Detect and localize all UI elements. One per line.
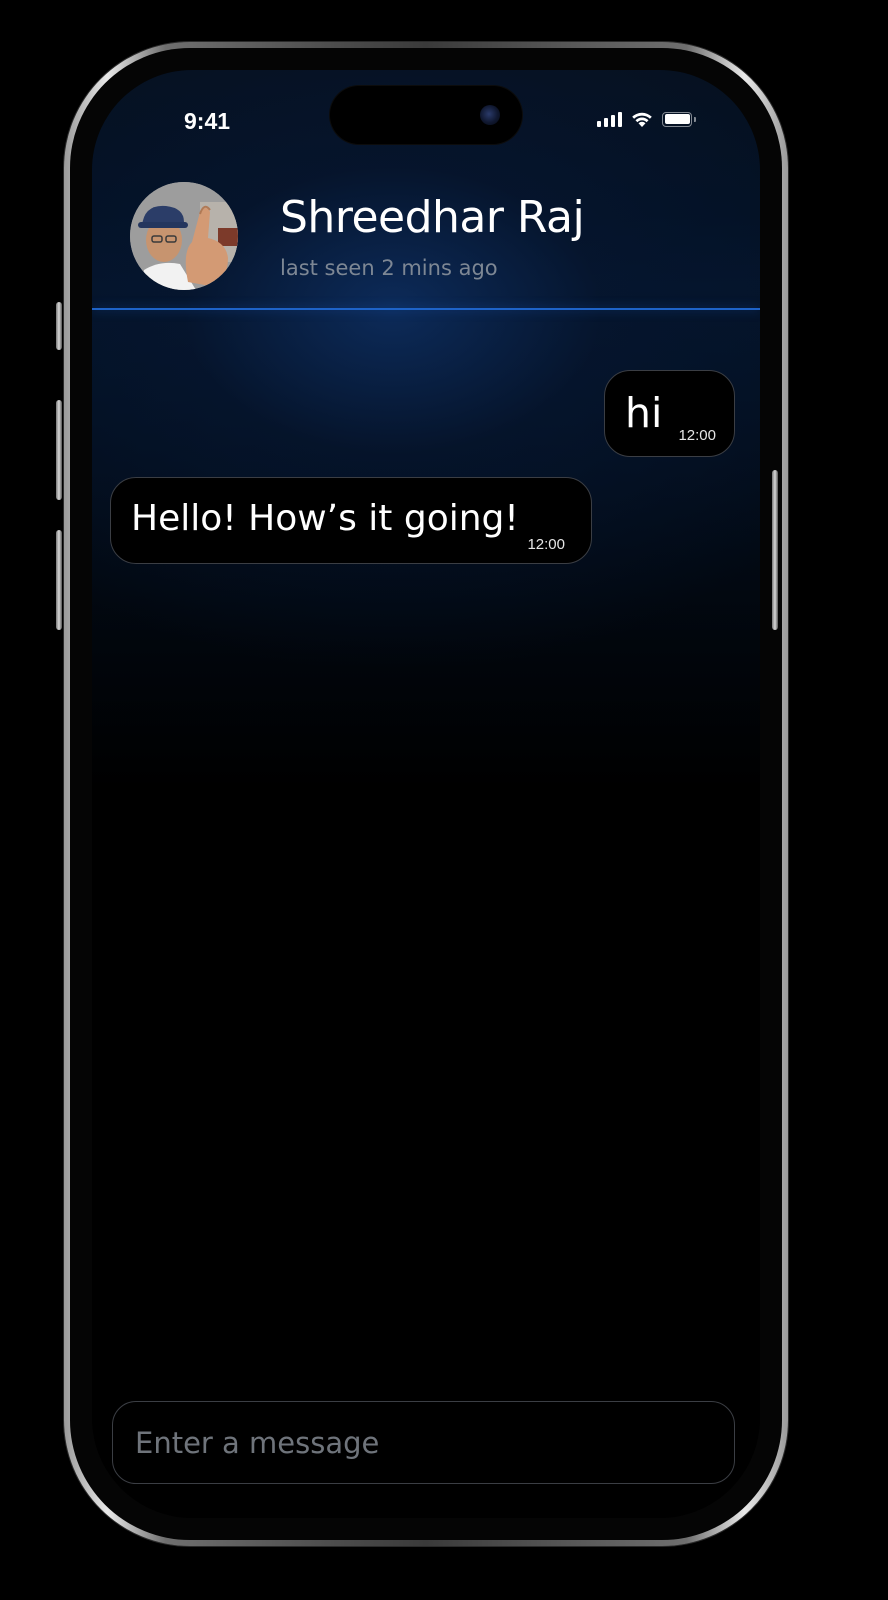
message-text: Hello! How’s it going!	[131, 498, 519, 539]
contact-name[interactable]: Shreedhar Raj	[280, 192, 585, 243]
silent-switch	[56, 302, 62, 350]
contact-avatar[interactable]	[130, 182, 238, 290]
message-composer[interactable]	[112, 1401, 735, 1484]
cellular-signal-icon	[597, 111, 622, 127]
last-seen-status: last seen 2 mins ago	[280, 256, 498, 280]
dynamic-island	[330, 86, 522, 144]
incoming-message-bubble[interactable]: Hello! How’s it going! 12:00	[110, 477, 592, 564]
volume-up-button	[56, 400, 62, 500]
wifi-icon	[632, 112, 652, 127]
status-time: 9:41	[184, 108, 231, 134]
message-text: hi	[625, 389, 663, 437]
avatar-photo-icon	[130, 182, 238, 290]
phone-screen: 9:41 Shreedhar Raj last seen 2 mins ago …	[92, 70, 760, 1518]
volume-down-button	[56, 530, 62, 630]
header-divider	[92, 308, 760, 310]
status-icons	[597, 110, 696, 128]
front-camera-icon	[480, 105, 500, 125]
power-button	[772, 470, 778, 630]
message-timestamp: 12:00	[527, 536, 565, 553]
message-timestamp: 12:00	[678, 427, 716, 444]
battery-icon	[662, 111, 696, 127]
app-stage: 9:41 Shreedhar Raj last seen 2 mins ago …	[0, 0, 888, 1600]
message-input[interactable]	[133, 1402, 717, 1484]
outgoing-message-bubble[interactable]: hi 12:00	[604, 370, 735, 457]
